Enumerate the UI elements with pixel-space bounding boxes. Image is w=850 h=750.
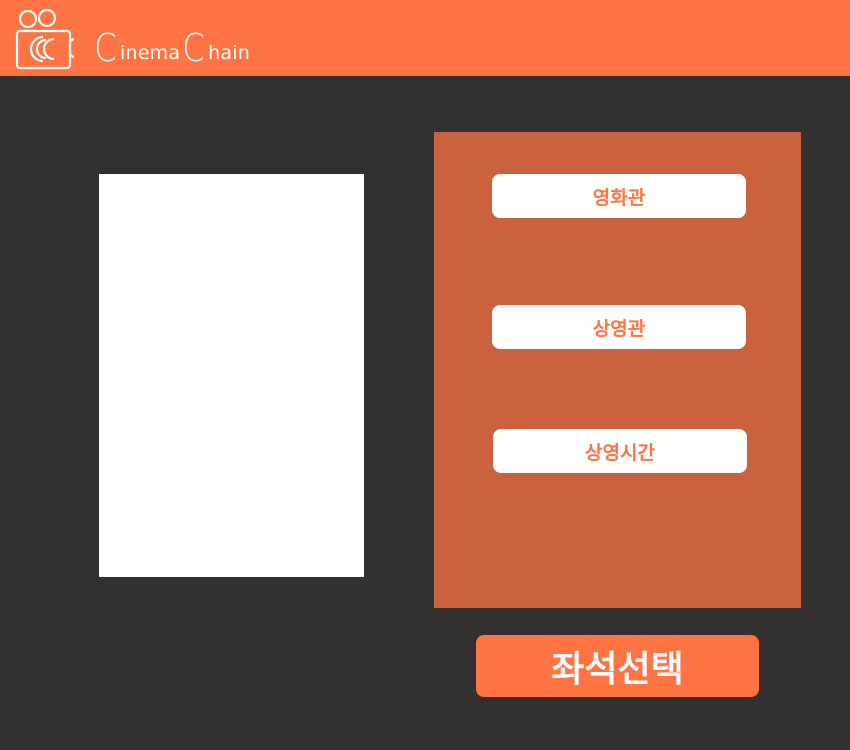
showtime-select-button[interactable]: 상영시간 — [493, 429, 747, 473]
brand-word-chain: hain — [208, 42, 250, 64]
brand-word-cinema: inema — [120, 42, 181, 64]
brand-initial-c: C — [94, 26, 117, 70]
cinema-select-button[interactable]: 영화관 — [492, 174, 746, 218]
brand-logo-text: C inema C hain — [92, 26, 250, 70]
screen-select-button[interactable]: 상영관 — [492, 305, 746, 349]
seat-select-button[interactable]: 좌석선택 — [476, 635, 759, 697]
top-bar: C inema C hain — [0, 0, 850, 76]
movie-poster — [99, 174, 364, 577]
brand-initial-c2: C — [182, 26, 205, 70]
movie-camera-icon[interactable] — [14, 6, 74, 70]
